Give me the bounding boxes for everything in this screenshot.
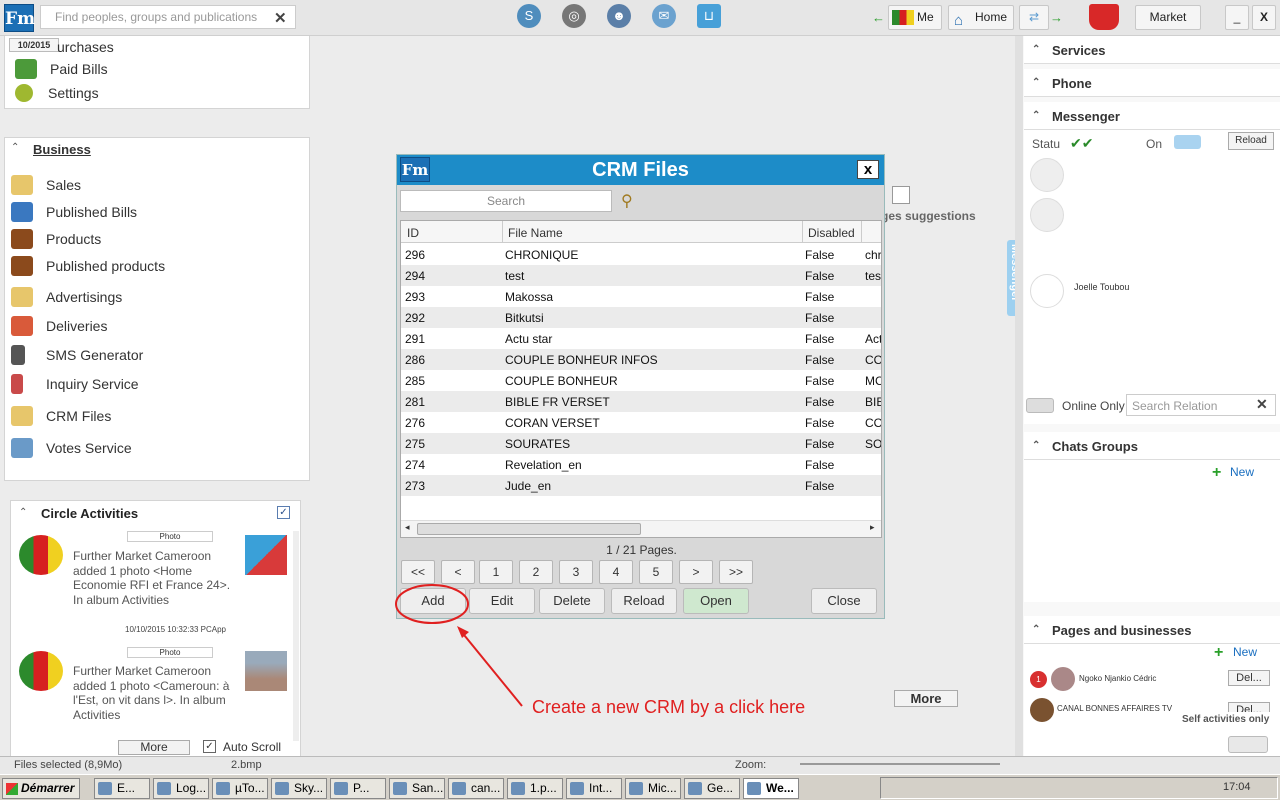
taskbar-item[interactable]: Log... (153, 778, 209, 799)
new-group-link[interactable]: New (1230, 465, 1254, 479)
arrow-head (457, 626, 469, 638)
notification-badge: 1 (1030, 671, 1047, 688)
taskbar-item-label: 1.p... (530, 781, 557, 795)
taskbar-item[interactable]: We... (743, 778, 799, 799)
pages-label: Pages and businesses (1052, 623, 1192, 638)
taskbar-item-label: Log... (176, 781, 207, 795)
start-label: Démarrer (21, 781, 75, 795)
status-label: Statu (1032, 137, 1061, 151)
contact-name[interactable]: Joelle Toubou (1074, 282, 1129, 292)
highlight-ellipse (395, 584, 469, 624)
avatar[interactable] (1030, 158, 1064, 192)
taskbar-item-label: We... (766, 781, 794, 795)
app-icon (157, 782, 171, 795)
plus-icon[interactable]: + (1214, 644, 1223, 662)
on-label: On (1146, 137, 1163, 151)
new-page-link[interactable]: New (1233, 645, 1257, 659)
windows-logo-icon (6, 783, 18, 795)
phone-header[interactable]: ⌃ Phone (1024, 69, 1280, 97)
avatar[interactable] (1051, 667, 1075, 691)
collapse-icon: ⌃ (1032, 77, 1041, 88)
collapse-icon: ⌃ (1032, 440, 1041, 451)
taskbar-item-label: Int... (589, 781, 613, 795)
taskbar-item-label: µTo... (235, 781, 265, 795)
status-toggle[interactable] (1174, 135, 1201, 149)
search-relation-input[interactable]: Search Relation (1126, 394, 1276, 416)
app-icon (511, 782, 525, 795)
plus-icon[interactable]: + (1212, 464, 1221, 482)
phone-label: Phone (1052, 76, 1092, 91)
online-only-toggle[interactable] (1026, 398, 1054, 413)
collapse-icon: ⌃ (1032, 44, 1041, 55)
status-bar: Files selected (8,9Mo) 2.bmp Zoom: (0, 756, 1280, 774)
self-activities-label: Self activities only (1182, 714, 1270, 725)
taskbar-item[interactable]: µTo... (212, 778, 268, 799)
taskbar-item[interactable]: Int... (566, 778, 622, 799)
collapse-icon: ⌃ (1032, 624, 1041, 635)
app-icon (334, 782, 348, 795)
messenger-header[interactable]: ⌃ Messenger (1024, 102, 1280, 130)
page-name[interactable]: Ngoko Njankio Cédric (1079, 674, 1156, 683)
taskbar-item[interactable]: Sky... (271, 778, 327, 799)
taskbar-item-label: E... (117, 781, 136, 795)
messenger-label: Messenger (1052, 109, 1120, 124)
file-name-label: 2.bmp (231, 759, 262, 771)
collapse-icon: ⌃ (1032, 110, 1041, 121)
windows-taskbar: Démarrer E... Log... µTo... Sky... P... San..… (0, 774, 1280, 800)
clock: 17:04 (1223, 781, 1251, 793)
clear-relation-icon[interactable]: ✕ (1256, 396, 1268, 413)
system-tray: 17:04 (880, 777, 1278, 799)
taskbar-item[interactable]: E... (94, 778, 150, 799)
chats-groups-panel: ⌃ Chats Groups + New (1024, 432, 1280, 602)
app-icon (216, 782, 230, 795)
zoom-slider[interactable] (800, 763, 1000, 765)
avatar[interactable] (1030, 274, 1064, 308)
taskbar-item[interactable]: 1.p... (507, 778, 563, 799)
chats-groups-label: Chats Groups (1052, 439, 1138, 454)
app-icon (275, 782, 289, 795)
taskbar-item-label: Ge... (707, 781, 734, 795)
taskbar-item-label: San... (412, 781, 444, 795)
taskbar-item-label: can... (471, 781, 501, 795)
online-only-label: Online Only (1062, 399, 1125, 413)
annotation-text: Create a new CRM by a click here (532, 697, 806, 717)
messenger-reload-button[interactable]: Reload (1228, 132, 1274, 150)
status-check-icon[interactable]: ✔✔ (1070, 135, 1093, 152)
pages-header[interactable]: ⌃ Pages and businesses (1024, 616, 1280, 644)
app-icon (98, 782, 112, 795)
app-icon (570, 782, 584, 795)
annotation-arrow (459, 629, 523, 707)
taskbar-item-label: Mic... (648, 781, 677, 795)
app-icon (747, 782, 761, 795)
app-icon (452, 782, 466, 795)
avatar[interactable] (1030, 198, 1064, 232)
taskbar-item[interactable]: Ge... (684, 778, 740, 799)
services-header[interactable]: ⌃ Services (1024, 36, 1280, 64)
services-label: Services (1052, 43, 1106, 58)
taskbar-item[interactable]: Mic... (625, 778, 681, 799)
delete-page-button[interactable]: Del... (1228, 670, 1270, 686)
app-icon (688, 782, 702, 795)
avatar[interactable] (1030, 698, 1054, 722)
delete-page-button[interactable]: Del... (1228, 702, 1270, 712)
self-activities-toggle[interactable] (1228, 736, 1268, 753)
app-icon (393, 782, 407, 795)
taskbar-item-label: Sky... (294, 781, 324, 795)
app-icon (629, 782, 643, 795)
taskbar-item[interactable]: P... (330, 778, 386, 799)
messenger-panel: ⌃ Messenger Statu ✔✔ On Reload Joelle To… (1024, 102, 1280, 424)
pages-panel: ⌃ Pages and businesses + New 1 Ngoko Nja… (1024, 616, 1280, 774)
taskbar-item-label: P... (353, 781, 370, 795)
files-selected-label: Files selected (8,9Mo) (14, 759, 123, 771)
taskbar-item[interactable]: San... (389, 778, 445, 799)
page-name[interactable]: CANAL BONNES AFFAIRES TV (1057, 704, 1172, 713)
zoom-label: Zoom: (735, 759, 767, 771)
taskbar-item[interactable]: can... (448, 778, 504, 799)
start-button[interactable]: Démarrer (2, 778, 80, 799)
chats-groups-header[interactable]: ⌃ Chats Groups (1024, 432, 1280, 460)
